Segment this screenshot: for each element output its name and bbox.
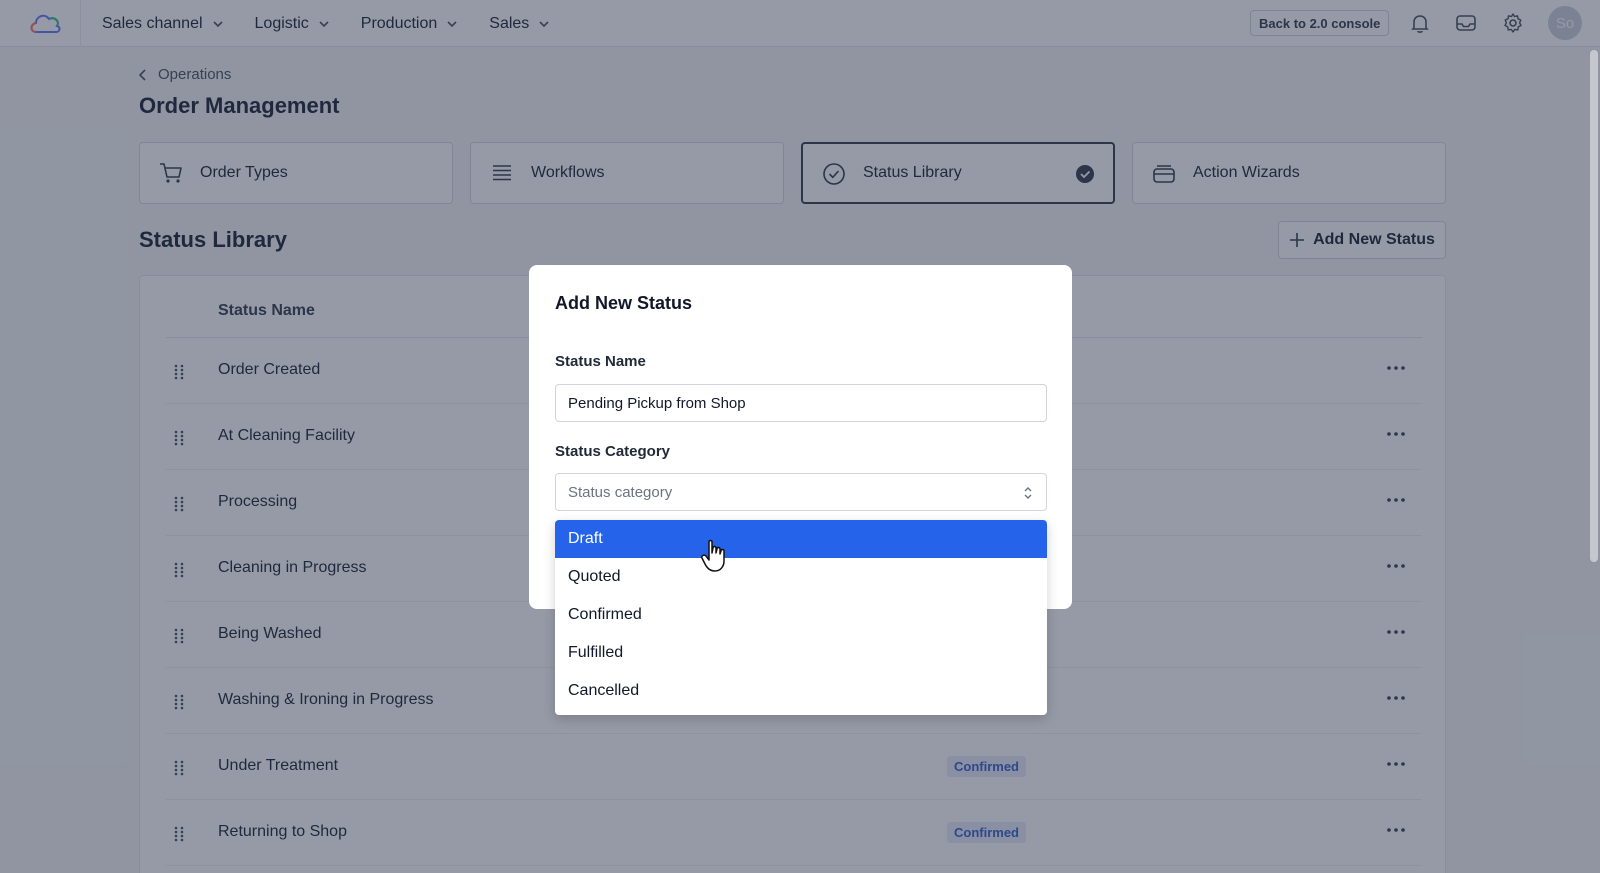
select-arrows-icon [1024,487,1032,499]
status-category-dropdown: Draft Quoted Confirmed Fulfilled Cancell… [555,520,1047,715]
select-placeholder: Status category [568,483,673,501]
option-fulfilled[interactable]: Fulfilled [555,634,1047,672]
status-category-label: Status Category [555,443,671,460]
hand-pointer-cursor-icon [701,539,725,572]
modal-title: Add New Status [555,293,693,313]
option-draft[interactable]: Draft [555,520,1047,558]
status-category-select[interactable]: Status category [555,473,1047,511]
status-name-input[interactable]: Pending Pickup from Shop [555,384,1047,422]
page-scrollbar[interactable] [1590,50,1598,562]
option-quoted[interactable]: Quoted [555,558,1047,596]
option-cancelled[interactable]: Cancelled [555,672,1047,710]
option-confirmed[interactable]: Confirmed [555,596,1047,634]
status-name-label: Status Name [555,353,646,370]
